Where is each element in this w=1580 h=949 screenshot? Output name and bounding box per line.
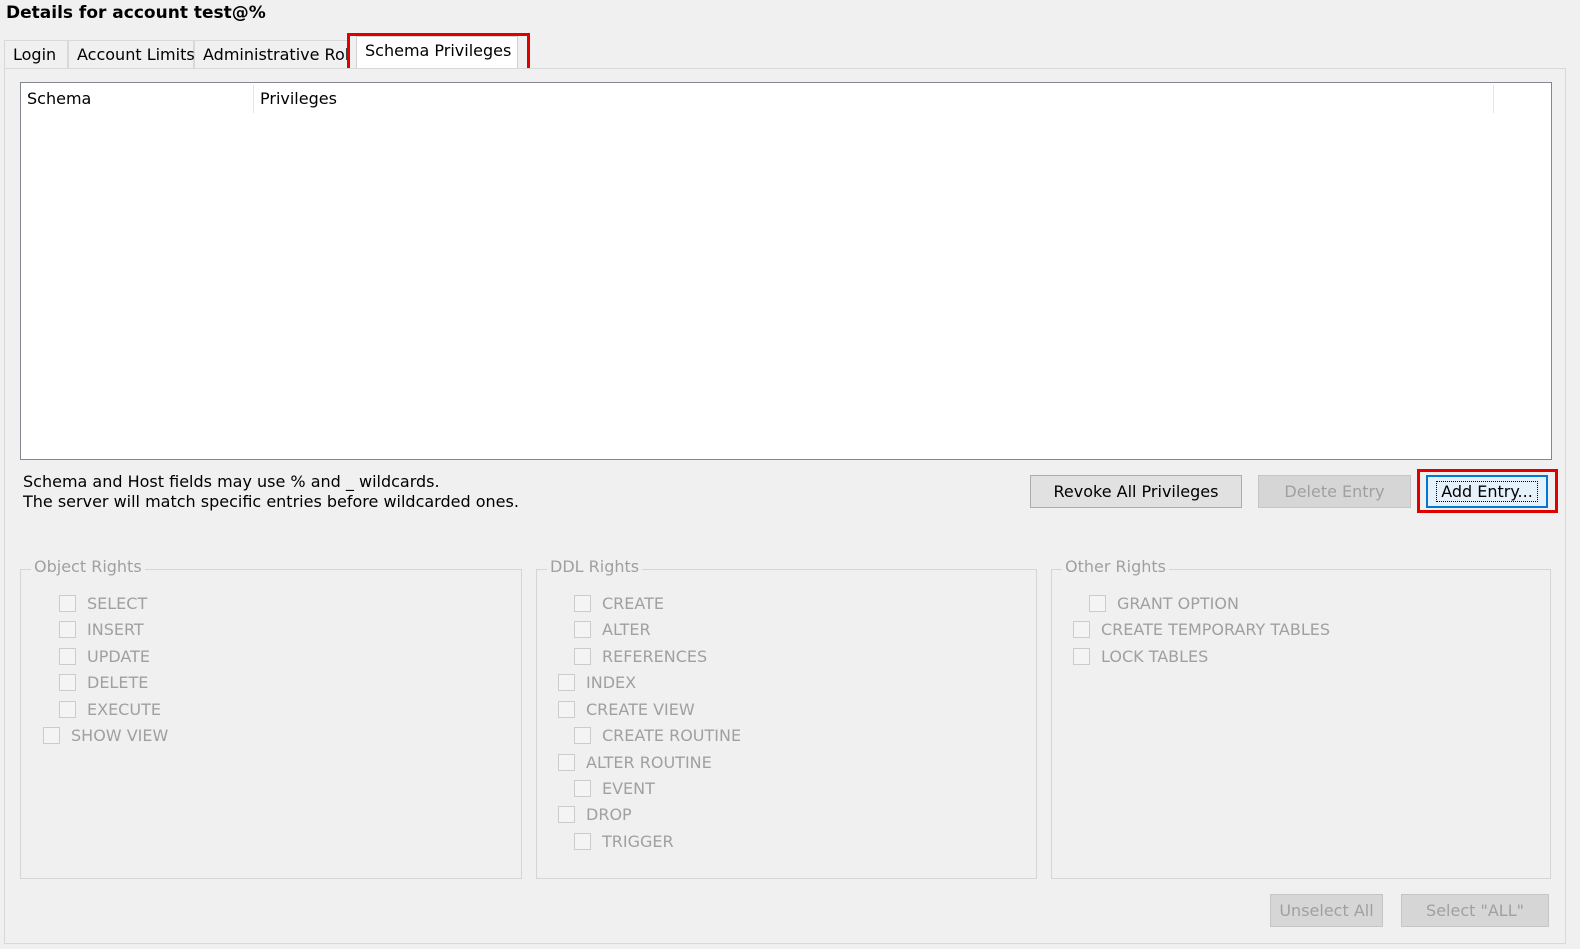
checkbox-box[interactable] <box>574 620 591 638</box>
checkbox-label: SELECT <box>87 593 148 613</box>
checkbox-box[interactable] <box>558 700 575 718</box>
tab-account-limits[interactable]: Account Limits <box>68 40 195 68</box>
checkbox-box[interactable] <box>59 620 76 638</box>
checkbox-label: CREATE TEMPORARY TABLES <box>1101 619 1330 639</box>
checkbox-label: EXECUTE <box>87 699 161 719</box>
other-rights-group: Other Rights <box>1051 557 1551 879</box>
wildcard-note-line2: The server will match specific entries b… <box>23 492 519 511</box>
tab-administrative-roles[interactable]: Administrative Roles <box>194 40 350 68</box>
unselect-all-button[interactable]: Unselect All <box>1270 894 1383 927</box>
checkbox-box[interactable] <box>59 647 76 665</box>
highlight-box-schema-tab <box>347 33 530 73</box>
checkbox-label: CREATE VIEW <box>586 699 695 719</box>
checkbox-create-view[interactable]: CREATE VIEW <box>558 698 695 720</box>
schema-privileges-list[interactable]: Schema Privileges <box>20 82 1552 460</box>
checkbox-box[interactable] <box>59 594 76 612</box>
checkbox-label: INSERT <box>87 619 144 639</box>
checkbox-alter-routine[interactable]: ALTER ROUTINE <box>558 751 712 773</box>
window-title: Details for account test@% <box>6 3 266 23</box>
checkbox-box[interactable] <box>574 594 591 612</box>
wildcard-note-line1: Schema and Host fields may use % and _ w… <box>23 472 440 491</box>
checkbox-create-routine[interactable]: CREATE ROUTINE <box>574 724 741 746</box>
checkbox-create-temporary-tables[interactable]: CREATE TEMPORARY TABLES <box>1073 618 1330 640</box>
checkbox-box[interactable] <box>558 753 575 771</box>
checkbox-lock-tables[interactable]: LOCK TABLES <box>1073 645 1208 667</box>
checkbox-box[interactable] <box>59 673 76 691</box>
checkbox-create[interactable]: CREATE <box>574 592 664 614</box>
checkbox-box[interactable] <box>558 673 575 691</box>
checkbox-box[interactable] <box>1089 594 1106 612</box>
tab-bar: Login Account Limits Administrative Role… <box>4 36 1574 69</box>
checkbox-label: UPDATE <box>87 646 150 666</box>
checkbox-box[interactable] <box>1073 647 1090 665</box>
checkbox-label: INDEX <box>586 672 637 692</box>
object-rights-title: Object Rights <box>31 557 145 576</box>
wildcard-note: Schema and Host fields may use % and _ w… <box>23 472 519 512</box>
revoke-all-privileges-button[interactable]: Revoke All Privileges <box>1030 475 1242 508</box>
select-all-button[interactable]: Select "ALL" <box>1401 894 1549 927</box>
checkbox-grant-option[interactable]: GRANT OPTION <box>1089 592 1239 614</box>
checkbox-label: DROP <box>586 804 632 824</box>
checkbox-box[interactable] <box>574 647 591 665</box>
checkbox-select[interactable]: SELECT <box>59 592 147 614</box>
checkbox-trigger[interactable]: TRIGGER <box>574 830 674 852</box>
checkbox-alter[interactable]: ALTER <box>574 618 651 640</box>
checkbox-box[interactable] <box>43 726 60 744</box>
checkbox-label: EVENT <box>602 778 655 798</box>
checkbox-delete[interactable]: DELETE <box>59 671 148 693</box>
checkbox-label: CREATE ROUTINE <box>602 725 742 745</box>
column-header-privileges[interactable]: Privileges <box>254 85 1494 113</box>
checkbox-label: REFERENCES <box>602 646 708 666</box>
checkbox-update[interactable]: UPDATE <box>59 645 150 667</box>
checkbox-label: LOCK TABLES <box>1101 646 1209 666</box>
checkbox-index[interactable]: INDEX <box>558 671 636 693</box>
checkbox-label: GRANT OPTION <box>1117 593 1239 613</box>
column-header-schema[interactable]: Schema <box>21 85 254 113</box>
checkbox-event[interactable]: EVENT <box>574 777 655 799</box>
checkbox-label: ALTER ROUTINE <box>586 752 712 772</box>
checkbox-label: TRIGGER <box>602 831 674 851</box>
other-rights-title: Other Rights <box>1062 557 1169 576</box>
checkbox-box[interactable] <box>558 805 575 823</box>
checkbox-label: ALTER <box>602 619 651 639</box>
checkbox-insert[interactable]: INSERT <box>59 618 144 640</box>
ddl-rights-title: DDL Rights <box>547 557 643 576</box>
checkbox-label: SHOW VIEW <box>71 725 169 745</box>
checkbox-label: CREATE <box>602 593 664 613</box>
tab-login[interactable]: Login <box>4 40 68 68</box>
highlight-box-add-entry <box>1417 469 1558 513</box>
checkbox-box[interactable] <box>59 700 76 718</box>
checkbox-box[interactable] <box>574 726 591 744</box>
checkbox-box[interactable] <box>1073 620 1090 638</box>
checkbox-box[interactable] <box>574 832 591 850</box>
checkbox-drop[interactable]: DROP <box>558 803 632 825</box>
checkbox-box[interactable] <box>574 779 591 797</box>
checkbox-label: DELETE <box>87 672 149 692</box>
delete-entry-button[interactable]: Delete Entry <box>1258 475 1411 508</box>
checkbox-execute[interactable]: EXECUTE <box>59 698 161 720</box>
checkbox-references[interactable]: REFERENCES <box>574 645 707 667</box>
checkbox-show-view[interactable]: SHOW VIEW <box>43 724 168 746</box>
